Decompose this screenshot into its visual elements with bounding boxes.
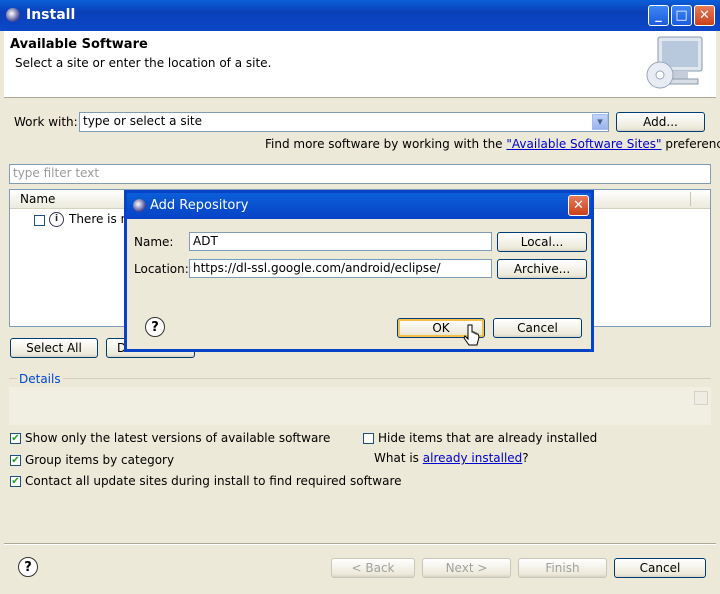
show-latest-label: Show only the latest versions of availab… xyxy=(25,431,331,445)
hide-installed-label: Hide items that are already installed xyxy=(378,431,598,445)
hide-installed-checkbox[interactable] xyxy=(363,433,374,444)
info-icon: i xyxy=(49,212,64,227)
next-button[interactable]: Next > xyxy=(422,558,511,578)
filter-placeholder: type filter text xyxy=(13,166,100,180)
group-by-category-label: Group items by category xyxy=(25,453,175,467)
work-with-label: Work with: xyxy=(14,115,78,129)
chevron-down-icon[interactable]: ▾ xyxy=(592,114,608,130)
name-label: Name: xyxy=(134,235,174,249)
work-with-combo[interactable]: type or select a site xyxy=(79,112,609,132)
add-repository-dialog: Add Repository ✕ Name: ADT Local... Loca… xyxy=(124,190,594,352)
details-scroll-handle[interactable] xyxy=(694,391,708,405)
details-label: Details xyxy=(17,372,63,386)
archive-button[interactable]: Archive... xyxy=(497,259,587,279)
column-divider xyxy=(690,192,691,206)
details-area xyxy=(9,387,711,425)
page-subtitle: Select a site or enter the location of a… xyxy=(15,56,272,70)
sites-hint-suffix: preferences. xyxy=(665,137,720,151)
eclipse-icon xyxy=(133,199,146,212)
local-button[interactable]: Local... xyxy=(497,232,587,252)
what-is-prefix: What is xyxy=(374,451,423,465)
maximize-button[interactable]: □ xyxy=(671,5,692,26)
minimize-button[interactable]: _ xyxy=(648,5,669,26)
sites-hint-prefix: Find more software by working with the xyxy=(265,137,507,151)
row-checkbox[interactable] xyxy=(34,215,45,226)
work-with-value: type or select a site xyxy=(83,114,203,128)
name-input[interactable]: ADT xyxy=(189,232,492,251)
window-title: Install xyxy=(26,7,76,23)
close-button[interactable]: ✕ xyxy=(694,5,715,26)
dialog-title-bar[interactable]: Add Repository ✕ xyxy=(127,193,591,219)
mouse-cursor-icon xyxy=(463,324,480,346)
name-value: ADT xyxy=(193,234,218,248)
dialog-help-icon[interactable]: ? xyxy=(145,317,165,337)
eclipse-icon xyxy=(6,8,20,22)
dialog-cancel-button[interactable]: Cancel xyxy=(493,318,582,338)
finish-button[interactable]: Finish xyxy=(518,558,607,578)
contact-sites-checkbox[interactable]: ✔ xyxy=(10,476,21,487)
back-button[interactable]: < Back xyxy=(331,558,415,578)
location-label: Location: xyxy=(134,262,189,276)
help-icon[interactable]: ? xyxy=(18,557,38,577)
already-installed-link[interactable]: already installed xyxy=(423,451,523,465)
column-name-header[interactable]: Name xyxy=(20,192,55,206)
available-sites-link[interactable]: "Available Software Sites" xyxy=(506,137,661,151)
dialog-close-button[interactable]: ✕ xyxy=(568,195,589,216)
footer-separator xyxy=(4,543,716,545)
select-all-button[interactable]: Select All xyxy=(10,338,98,358)
details-group: Details xyxy=(9,372,711,427)
show-latest-checkbox[interactable]: ✔ xyxy=(10,433,21,444)
install-banner-icon xyxy=(644,35,706,91)
title-bar[interactable]: Install _ □ ✕ xyxy=(0,0,720,31)
location-value: https://dl-ssl.google.com/android/eclips… xyxy=(193,261,441,275)
what-is-installed: What is already installed? xyxy=(374,451,529,465)
cancel-button[interactable]: Cancel xyxy=(614,558,706,578)
contact-sites-label: Contact all update sites during install … xyxy=(25,474,402,488)
page-title: Available Software xyxy=(10,37,148,52)
group-by-category-checkbox[interactable]: ✔ xyxy=(10,455,21,466)
filter-input[interactable]: type filter text xyxy=(9,164,711,184)
wizard-header: Available Software Select a site or ente… xyxy=(4,31,716,98)
dialog-title: Add Repository xyxy=(150,198,249,213)
location-input[interactable]: https://dl-ssl.google.com/android/eclips… xyxy=(189,259,492,278)
add-button[interactable]: Add... xyxy=(616,112,705,132)
row-text: There is n xyxy=(69,212,129,226)
sites-hint: Find more software by working with the "… xyxy=(265,137,720,151)
what-is-suffix: ? xyxy=(522,451,529,465)
